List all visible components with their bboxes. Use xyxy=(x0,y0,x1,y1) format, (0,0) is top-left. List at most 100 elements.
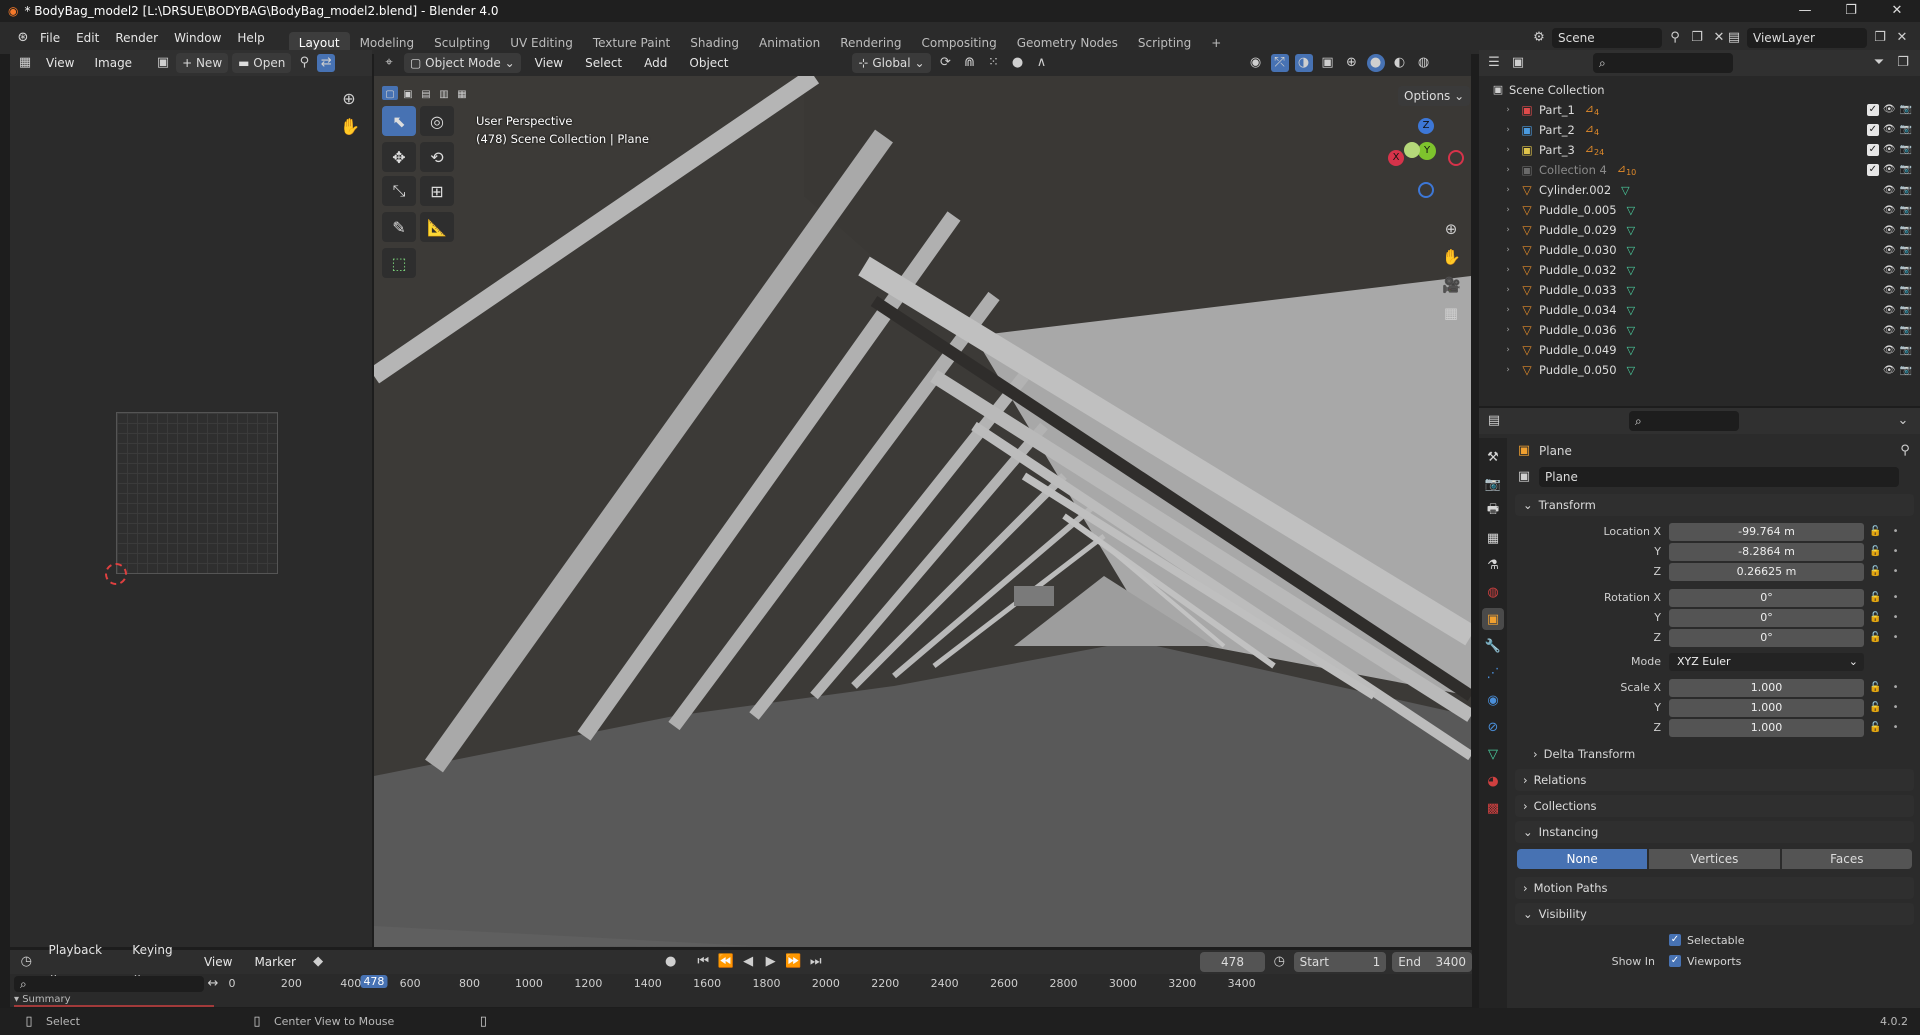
lock-icon[interactable]: 🔓 xyxy=(1869,682,1881,693)
keyframe-icon[interactable]: • xyxy=(1893,682,1899,693)
viewport-menu-add[interactable]: Add xyxy=(636,50,675,76)
image-menu-image[interactable]: Image xyxy=(86,50,140,76)
expand-arrow-icon[interactable]: › xyxy=(1501,365,1515,375)
expand-arrow-icon[interactable]: › xyxy=(1501,185,1515,195)
new-scene-icon[interactable]: ❐ xyxy=(1688,29,1706,47)
tool-tab-icon[interactable]: ⚒ xyxy=(1482,446,1504,468)
lock-icon[interactable]: 🔓 xyxy=(1869,566,1881,577)
filter-icon[interactable]: ⏷ xyxy=(1870,54,1888,72)
editor-type-icon[interactable]: ☰ xyxy=(1485,54,1503,72)
transform-tool[interactable]: ⊞ xyxy=(420,176,454,206)
exclude-checkbox[interactable]: ✓ xyxy=(1866,104,1879,116)
keyframe-icon[interactable]: • xyxy=(1893,722,1899,733)
keyframe-icon[interactable]: • xyxy=(1893,566,1899,577)
instancing-vertices-button[interactable]: Vertices xyxy=(1649,849,1780,869)
render-visibility-icon[interactable]: 📷 xyxy=(1900,144,1912,156)
instancing-faces-button[interactable]: Faces xyxy=(1781,849,1912,869)
eye-icon[interactable]: 👁 xyxy=(1883,245,1896,256)
outliner-row[interactable]: › ▽ Puddle_0.034 ▽ 👁 📷 xyxy=(1479,300,1920,320)
lock-icon[interactable]: 🔓 xyxy=(1869,546,1881,557)
keyframe-icon[interactable]: • xyxy=(1893,546,1899,557)
image-menu-view[interactable]: View xyxy=(38,50,82,76)
scene-collection-row[interactable]: ▣ Scene Collection xyxy=(1479,80,1920,100)
open-image-button[interactable]: ▬ Open xyxy=(232,53,292,73)
editor-type-icon[interactable]: ⌖ xyxy=(380,54,398,72)
render-visibility-icon[interactable]: 📷 xyxy=(1900,325,1912,336)
proportional-edit-icon[interactable]: ● xyxy=(1009,54,1027,72)
properties-search-input[interactable]: ⌕ xyxy=(1629,411,1739,431)
instancing-section-header[interactable]: ⌄ Instancing xyxy=(1515,821,1914,843)
exclude-checkbox[interactable]: ✓ xyxy=(1866,144,1879,156)
pan-hand-icon[interactable]: ✋ xyxy=(1442,248,1461,266)
render-visibility-icon[interactable]: 📷 xyxy=(1900,245,1912,256)
eye-icon[interactable]: 👁 xyxy=(1883,164,1896,176)
select-box-tool[interactable]: ⬉ xyxy=(382,106,416,136)
modifier-tab-icon[interactable]: 🔧 xyxy=(1482,635,1504,657)
scale-y-field[interactable]: 1.000 xyxy=(1669,698,1864,717)
expand-arrow-icon[interactable]: › xyxy=(1501,345,1515,355)
image-browse-icon[interactable]: ▣ xyxy=(154,54,172,72)
menu-marker[interactable]: Marker xyxy=(246,950,303,974)
outliner-search-input[interactable]: ⌕ xyxy=(1593,53,1733,73)
playhead[interactable]: 478 xyxy=(360,975,388,988)
play-icon[interactable]: ▶ xyxy=(762,953,779,971)
material-shading-icon[interactable]: ◐ xyxy=(1391,54,1409,72)
outliner-row[interactable]: › ▽ Puddle_0.036 ▽ 👁 📷 xyxy=(1479,320,1920,340)
render-visibility-icon[interactable]: 📷 xyxy=(1900,305,1912,316)
render-visibility-icon[interactable]: 📷 xyxy=(1900,285,1912,296)
eye-icon[interactable]: 👁 xyxy=(1883,265,1896,276)
render-visibility-icon[interactable]: 📷 xyxy=(1900,185,1912,196)
eye-icon[interactable]: 👁 xyxy=(1883,185,1896,196)
keyframe-icon[interactable]: • xyxy=(1893,592,1899,603)
particles-tab-icon[interactable]: ⋰ xyxy=(1482,662,1504,684)
lock-icon[interactable]: 🔓 xyxy=(1869,702,1881,713)
outliner-row[interactable]: › ▣ Part_2 ⊿4 ✓ 👁 📷 xyxy=(1479,120,1920,140)
outliner-row[interactable]: › ▽ Puddle_0.049 ▽ 👁 📷 xyxy=(1479,340,1920,360)
render-visibility-icon[interactable]: 📷 xyxy=(1900,164,1912,176)
prev-keyframe-icon[interactable]: ⏪ xyxy=(717,953,734,971)
keyframe-icon[interactable]: • xyxy=(1893,526,1899,537)
outliner-row[interactable]: › ▽ Cylinder.002 ▽ 👁 📷 xyxy=(1479,180,1920,200)
lock-icon[interactable]: 🔓 xyxy=(1869,592,1881,603)
eye-icon[interactable]: 👁 xyxy=(1883,365,1896,376)
mode-dropdown[interactable]: ▢ Object Mode ⌄ xyxy=(404,53,521,73)
location-z-field[interactable]: 0.26625 m xyxy=(1669,562,1864,581)
visibility-icon[interactable]: ◉ xyxy=(1247,54,1265,72)
solid-shading-icon[interactable]: ● xyxy=(1366,54,1385,72)
zoom-icon[interactable]: ⊕ xyxy=(1442,220,1460,238)
add-cube-tool[interactable]: ⬚ xyxy=(382,248,416,278)
select-extend-icon[interactable]: ▣ xyxy=(400,86,416,100)
timeline-search-input[interactable]: ⌕ xyxy=(14,976,204,992)
pan-hand-icon[interactable]: ✋ xyxy=(340,118,360,136)
neg-z-axis-icon[interactable] xyxy=(1418,182,1434,198)
options-chevron-icon[interactable]: ⌄ xyxy=(1894,412,1912,430)
orthographic-toggle-icon[interactable]: ▦ xyxy=(1442,304,1460,322)
lock-icon[interactable]: 🔓 xyxy=(1869,612,1881,623)
2d-cursor-icon[interactable] xyxy=(105,563,127,585)
lock-icon[interactable]: 🔓 xyxy=(1869,632,1881,643)
display-mode-icon[interactable]: ▣ xyxy=(1509,54,1527,72)
delete-view-layer-icon[interactable]: ✕ xyxy=(1893,29,1911,47)
outliner-row[interactable]: › ▣ Part_1 ⊿4 ✓ 👁 📷 xyxy=(1479,100,1920,120)
x-axis-icon[interactable]: X xyxy=(1388,150,1404,166)
scale-x-field[interactable]: 1.000 xyxy=(1669,678,1864,697)
frame-ruler[interactable]: 0 200 400 600 800 1000 1200 1400 1600 1800 2000 220… xyxy=(224,974,1256,994)
relations-section-header[interactable]: › Relations xyxy=(1515,769,1914,791)
render-visibility-icon[interactable]: 📷 xyxy=(1900,225,1912,236)
lock-icon[interactable]: 🔓 xyxy=(1869,722,1881,733)
scale-tool[interactable]: ⤡ xyxy=(382,176,416,206)
eye-icon[interactable]: 👁 xyxy=(1883,225,1896,236)
new-view-layer-icon[interactable]: ❐ xyxy=(1871,29,1889,47)
lock-icon[interactable]: 🔓 xyxy=(1869,526,1881,537)
move-tool[interactable]: ✥ xyxy=(382,142,416,172)
expand-arrow-icon[interactable]: › xyxy=(1501,285,1515,295)
rotation-z-field[interactable]: 0° xyxy=(1669,628,1864,647)
y-axis-icon[interactable]: Y xyxy=(1418,142,1436,160)
viewports-checkbox[interactable]: ✓ xyxy=(1669,955,1681,967)
clock-icon[interactable]: ◷ xyxy=(1271,953,1288,971)
eye-icon[interactable]: 👁 xyxy=(1883,345,1896,356)
viewport-menu-select[interactable]: Select xyxy=(577,50,630,76)
overlay-icon[interactable]: ◑ xyxy=(1294,54,1313,72)
select-invert-icon[interactable]: ▥ xyxy=(436,86,452,100)
pin-icon[interactable]: ⚲ xyxy=(295,54,313,72)
